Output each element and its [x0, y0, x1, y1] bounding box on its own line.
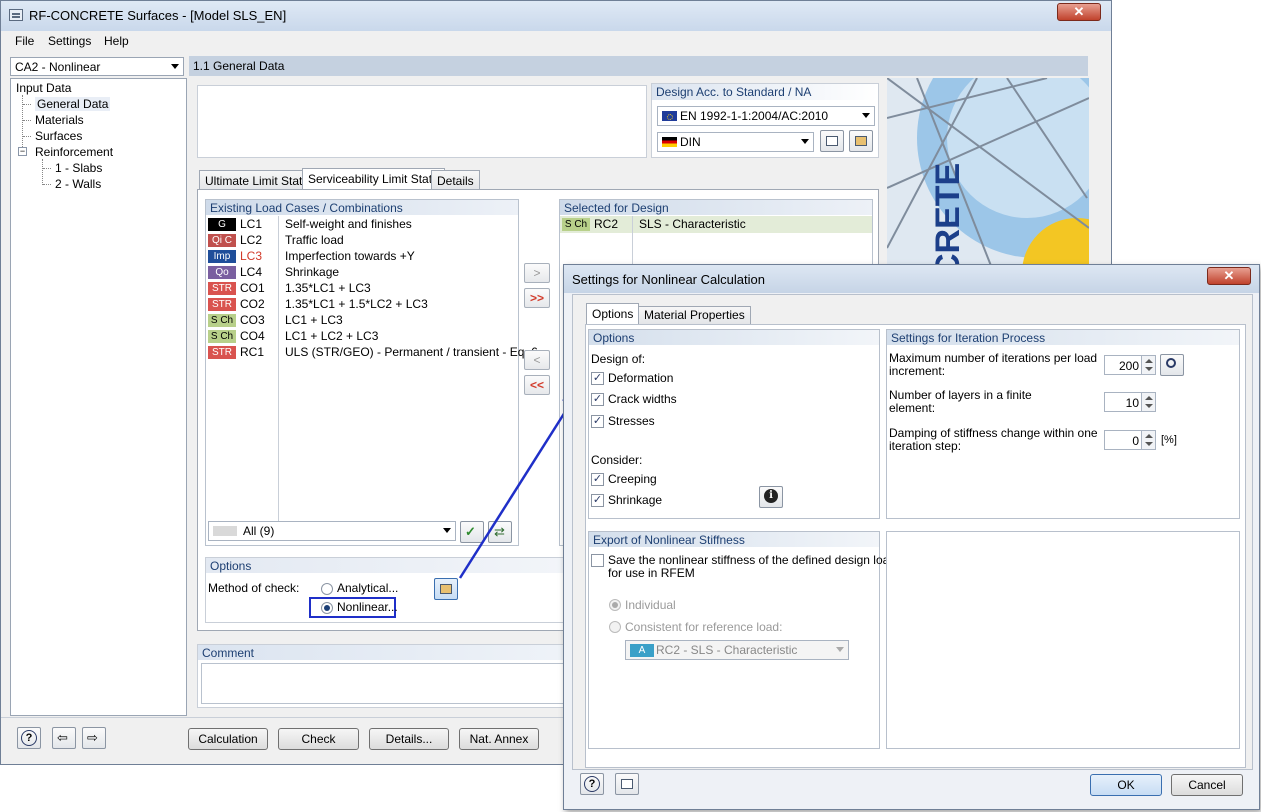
defaults-icon	[621, 779, 633, 789]
individual-radio[interactable]	[609, 599, 621, 611]
dialog-close-button[interactable]: ✕	[1207, 267, 1251, 285]
calc-options-group: Options Design of: ✓ Deformation ✓ Crack…	[588, 329, 880, 519]
nonlinear-settings-dialog: Settings for Nonlinear Calculation ✕ Opt…	[563, 264, 1260, 810]
reference-load-value: RC2 - SLS - Characteristic	[656, 643, 798, 657]
max-iterations-stepper[interactable]: 200	[1104, 355, 1156, 375]
design-of-label: Design of:	[591, 352, 646, 366]
info-button[interactable]: i	[759, 486, 783, 508]
shrinkage-label: Shrinkage	[608, 493, 663, 507]
search-icon	[1166, 358, 1176, 368]
dialog-title-bar: Settings for Nonlinear Calculation ✕	[564, 265, 1259, 293]
save-stiffness-checkbox[interactable]	[591, 554, 604, 567]
layers-value: 10	[1125, 396, 1139, 410]
deformation-label: Deformation	[608, 371, 674, 385]
damping-label: Damping of stiffness change within one	[889, 426, 1098, 440]
max-iterations-label-2: increment:	[889, 364, 946, 378]
consistent-label: Consistent for reference load:	[625, 620, 783, 634]
individual-label: Individual	[625, 598, 676, 612]
damping-unit: [%]	[1161, 434, 1177, 446]
consider-label: Consider:	[591, 453, 643, 467]
ok-button[interactable]: OK	[1090, 774, 1162, 796]
layers-label: Number of layers in a finite	[889, 388, 1032, 402]
chevron-down-icon	[836, 647, 844, 652]
layers-stepper[interactable]: 10	[1104, 392, 1156, 412]
info-icon: i	[764, 489, 778, 503]
crack-widths-checkbox[interactable]: ✓	[591, 393, 604, 406]
empty-group	[886, 531, 1240, 749]
cancel-button[interactable]: Cancel	[1171, 774, 1243, 796]
spinner-arrows-icon[interactable]	[1141, 431, 1155, 449]
dialog-body: Options Material Properties Options Desi…	[572, 294, 1253, 770]
layers-label-2: element:	[889, 401, 936, 415]
stresses-checkbox[interactable]: ✓	[591, 415, 604, 428]
dialog-tab-content: Options Design of: ✓ Deformation ✓ Crack…	[585, 324, 1246, 768]
damping-stepper[interactable]: 0	[1104, 430, 1156, 450]
dialog-defaults-button[interactable]	[615, 773, 639, 795]
reference-load-select[interactable]: A RC2 - SLS - Characteristic	[625, 640, 849, 660]
reference-load-badge: A	[630, 644, 654, 657]
iteration-settings-title: Settings for Iteration Process	[887, 330, 1239, 345]
dialog-help-button[interactable]: ?	[580, 773, 604, 795]
export-stiffness-group: Export of Nonlinear Stiffness Save the n…	[588, 531, 910, 749]
stresses-label: Stresses	[608, 414, 655, 428]
shrinkage-checkbox[interactable]: ✓	[591, 494, 604, 507]
export-stiffness-title: Export of Nonlinear Stiffness	[589, 532, 879, 547]
creeping-label: Creeping	[608, 472, 657, 486]
iteration-settings-group: Settings for Iteration Process Maximum n…	[886, 329, 1240, 519]
consistent-radio[interactable]	[609, 621, 621, 633]
max-iterations-value: 200	[1118, 359, 1139, 373]
save-stiffness-label-2: for use in RFEM	[608, 566, 695, 580]
creeping-checkbox[interactable]: ✓	[591, 473, 604, 486]
spinner-arrows-icon[interactable]	[1141, 393, 1155, 411]
deformation-checkbox[interactable]: ✓	[591, 372, 604, 385]
dialog-title: Settings for Nonlinear Calculation	[572, 272, 765, 287]
calc-options-title: Options	[589, 330, 879, 345]
damping-label-2: iteration step:	[889, 439, 962, 453]
tab-options[interactable]: Options	[586, 303, 640, 325]
save-stiffness-label: Save the nonlinear stiffness of the defi…	[608, 553, 910, 567]
damping-value: 0	[1132, 434, 1139, 448]
help-icon: ?	[584, 776, 600, 792]
max-iterations-label: Maximum number of iterations per load	[889, 351, 1098, 365]
iteration-search-button[interactable]	[1160, 354, 1184, 376]
crack-widths-label: Crack widths	[608, 392, 677, 406]
tab-material-properties[interactable]: Material Properties	[638, 306, 751, 324]
spinner-arrows-icon[interactable]	[1141, 356, 1155, 374]
